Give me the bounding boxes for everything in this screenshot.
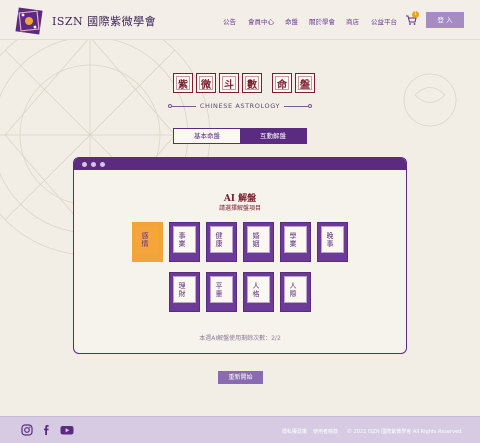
reading-card-later-life[interactable]: 晚事: [317, 222, 348, 262]
window-dot-icon: [82, 161, 87, 167]
reading-card-health[interactable]: 健康: [206, 222, 237, 262]
privacy-policy-link[interactable]: 隱私權政策: [282, 428, 307, 435]
nav-about[interactable]: 關於學會: [309, 16, 335, 26]
card-label: 健康: [215, 232, 223, 248]
card-label: 平輩: [215, 282, 223, 298]
ai-reading-panel: [73, 157, 407, 354]
cart-count-badge: 1: [412, 11, 419, 18]
site-header: ISZN 國際紫微學會 公告 會員中心 命盤 關於學會 商店 公益平台 1 登 …: [0, 0, 480, 40]
card-label: 婚姻: [252, 232, 260, 248]
divider-line: [168, 104, 196, 108]
card-label: 晚事: [326, 232, 334, 248]
subtitle-row: CHINESE ASTROLOGY: [168, 101, 312, 111]
login-button[interactable]: 登 入: [426, 12, 464, 28]
instagram-icon[interactable]: [21, 424, 33, 436]
ai-reading-instruction: 請選擇解盤項目: [218, 205, 261, 212]
card-label: 事業: [178, 232, 186, 248]
copyright-text: © 2022 ISZN 國際紫微學會 All Rights Reserved.: [347, 429, 463, 435]
reading-card-career[interactable]: 事業: [169, 222, 200, 262]
reading-card-finance[interactable]: 理財: [169, 272, 200, 312]
card-label: 學業: [289, 232, 297, 248]
terms-link[interactable]: 使用者條款: [313, 428, 338, 435]
divider-line: [284, 104, 312, 108]
page-subtitle: CHINESE ASTROLOGY: [199, 102, 281, 110]
usage-remaining-text: 本週AI解盤使用剩餘次數：2/2: [199, 335, 281, 342]
nav-member-center[interactable]: 會員中心: [248, 16, 274, 26]
brand-name: ISZN 國際紫微學會: [52, 15, 157, 28]
card-label: 人際: [289, 282, 297, 298]
chart-mode-tabs: 基本命盤 互動解盤: [173, 128, 307, 144]
reading-card-relationships[interactable]: 人際: [280, 272, 311, 312]
restart-button[interactable]: 重新開始: [218, 371, 263, 384]
title-char: 斗: [219, 73, 239, 93]
reading-card-peers[interactable]: 平輩: [206, 272, 237, 312]
window-title-bar: [74, 158, 406, 170]
title-char: 命: [272, 73, 292, 93]
title-char: 微: [196, 73, 216, 93]
tab-basic-chart[interactable]: 基本命盤: [174, 129, 240, 143]
facebook-icon[interactable]: [41, 424, 53, 436]
nav-charity[interactable]: 公益平台: [371, 16, 397, 26]
reading-card-studies[interactable]: 學業: [280, 222, 311, 262]
page-title: 紫 微 斗 數 命 盤: [173, 73, 318, 97]
title-char: 盤: [295, 73, 315, 93]
nav-chart[interactable]: 命盤: [285, 16, 298, 26]
tab-interactive-reading[interactable]: 互動解盤: [240, 129, 306, 143]
iszn-logo[interactable]: [14, 6, 44, 36]
window-dot-icon: [91, 161, 96, 167]
card-label: 理財: [178, 282, 186, 298]
site-footer: 隱私權政策 使用者條款 © 2022 ISZN 國際紫微學會 All Right…: [0, 416, 480, 443]
card-label: 人格: [252, 282, 260, 298]
title-char: 紫: [173, 73, 193, 93]
youtube-icon[interactable]: [60, 424, 74, 436]
window-dot-icon: [100, 161, 105, 167]
nav-shop[interactable]: 商店: [346, 16, 359, 26]
reading-card-love[interactable]: 感情: [132, 222, 163, 262]
card-label: 感情: [141, 232, 149, 248]
reading-card-personality[interactable]: 人格: [243, 272, 274, 312]
reading-card-marriage[interactable]: 婚姻: [243, 222, 274, 262]
nav-announcements[interactable]: 公告: [223, 16, 236, 26]
title-char: 數: [242, 73, 262, 93]
